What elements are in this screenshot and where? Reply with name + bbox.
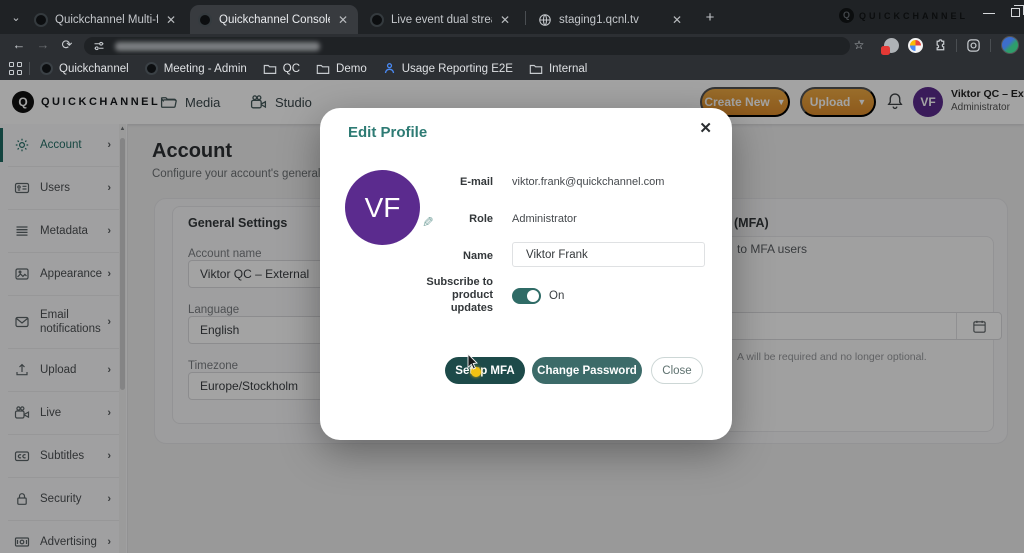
bookmark-usage-reporting[interactable]: Usage Reporting E2E xyxy=(383,62,513,75)
tab-search-icon[interactable]: ⌄ xyxy=(7,9,25,27)
tab-title: staging1.qcnl.tv xyxy=(559,13,639,26)
tab-title: Live event dual stream xyxy=(391,13,492,26)
browser-window: ⌄ Quickchannel Multi-factor Auth ✕ Quick… xyxy=(0,0,1024,553)
subscribe-label: Subscribe to product updates xyxy=(426,276,493,314)
address-bar[interactable] xyxy=(84,37,850,55)
tab-mfa-docs[interactable]: Quickchannel Multi-factor Auth ✕ xyxy=(26,5,186,34)
web-page: Q QUICKCHANNEL Media Studio Create New ▼ … xyxy=(0,80,1024,553)
bookmark-folder-internal[interactable]: Internal xyxy=(529,62,587,76)
edit-profile-modal: Edit Profile ✕ VF ✎ E-mail viktor.frank@… xyxy=(320,108,732,440)
quickchannel-favicon-icon xyxy=(144,62,158,75)
tab-close-icon[interactable]: ✕ xyxy=(164,13,178,27)
bookmark-meeting-admin[interactable]: Meeting - Admin xyxy=(144,62,247,75)
back-icon[interactable]: ← xyxy=(10,36,28,54)
email-value: viktor.frank@quickchannel.com xyxy=(512,176,665,188)
window-controls xyxy=(983,4,1024,17)
bookmark-quickchannel[interactable]: Quickchannel xyxy=(40,62,129,75)
role-value: Administrator xyxy=(512,213,577,225)
toolbar-separator xyxy=(990,39,991,52)
folder-icon xyxy=(263,64,277,74)
url-text-redacted xyxy=(115,41,320,51)
extension-recorder-icon[interactable] xyxy=(881,38,899,55)
tab-close-icon[interactable]: ✕ xyxy=(336,13,350,27)
tab-close-icon[interactable]: ✕ xyxy=(498,13,512,27)
quickchannel-favicon-icon xyxy=(34,12,48,27)
role-label: Role xyxy=(469,213,493,225)
minimize-button[interactable] xyxy=(983,13,995,14)
setup-mfa-button[interactable]: Setup MFA xyxy=(445,357,525,384)
modal-title: Edit Profile xyxy=(348,124,428,141)
close-icon[interactable]: ✕ xyxy=(699,119,712,137)
tab-staging[interactable]: staging1.qcnl.tv ✕ xyxy=(530,5,692,34)
toggle-knob xyxy=(527,290,539,302)
person-blue-icon xyxy=(384,63,394,74)
tab-title: Quickchannel Multi-factor Auth xyxy=(55,13,158,26)
search-lens-icon[interactable] xyxy=(966,38,981,53)
bookmarks-divider xyxy=(29,62,30,75)
close-button[interactable]: Close xyxy=(651,357,703,384)
browser-toolbar: ← → ⟳ ☆ xyxy=(0,34,1024,57)
tab-separator xyxy=(525,11,526,25)
bookmark-folder-qc[interactable]: QC xyxy=(263,62,300,76)
extension-color-icon[interactable] xyxy=(908,38,923,53)
quickchannel-favicon-icon xyxy=(370,12,384,27)
folder-icon xyxy=(316,64,330,74)
apps-grid-icon[interactable] xyxy=(9,61,23,76)
browser-profile-avatar[interactable] xyxy=(1001,36,1019,54)
quickchannel-favicon-icon xyxy=(40,62,53,75)
new-tab-button[interactable]: + xyxy=(700,8,720,28)
tab-live-event[interactable]: Live event dual stream ✕ xyxy=(362,5,520,34)
reload-icon[interactable]: ⟳ xyxy=(58,36,76,54)
name-input[interactable] xyxy=(512,242,705,267)
tab-strip: ⌄ Quickchannel Multi-factor Auth ✕ Quick… xyxy=(0,0,1024,34)
extensions-puzzle-icon[interactable] xyxy=(932,38,947,53)
folder-icon xyxy=(529,64,543,74)
tab-close-icon[interactable]: ✕ xyxy=(670,13,684,27)
change-password-button[interactable]: Change Password xyxy=(532,357,642,384)
quickchannel-logo-icon: Q xyxy=(839,8,854,23)
quickchannel-watermark: Q QUICKCHANNEL xyxy=(839,8,968,23)
bookmarks-bar: Quickchannel Meeting - Admin QC Demo Usa… xyxy=(0,57,1024,80)
name-label: Name xyxy=(463,250,493,262)
bookmark-star-icon[interactable]: ☆ xyxy=(850,36,868,54)
tab-console-active[interactable]: Quickchannel Console ✕ xyxy=(190,5,358,34)
globe-favicon-icon xyxy=(539,13,551,26)
subscribe-toggle[interactable] xyxy=(512,288,541,304)
tab-title: Quickchannel Console xyxy=(219,13,330,26)
site-settings-icon[interactable] xyxy=(93,40,105,52)
quickchannel-favicon-icon xyxy=(198,12,212,27)
mouse-cursor-icon xyxy=(467,354,478,370)
toolbar-separator xyxy=(956,39,957,52)
bookmark-folder-demo[interactable]: Demo xyxy=(316,62,367,76)
restore-button[interactable] xyxy=(1011,5,1024,17)
email-label: E-mail xyxy=(459,176,493,188)
toggle-state-text: On xyxy=(549,290,565,302)
forward-icon[interactable]: → xyxy=(34,36,52,54)
